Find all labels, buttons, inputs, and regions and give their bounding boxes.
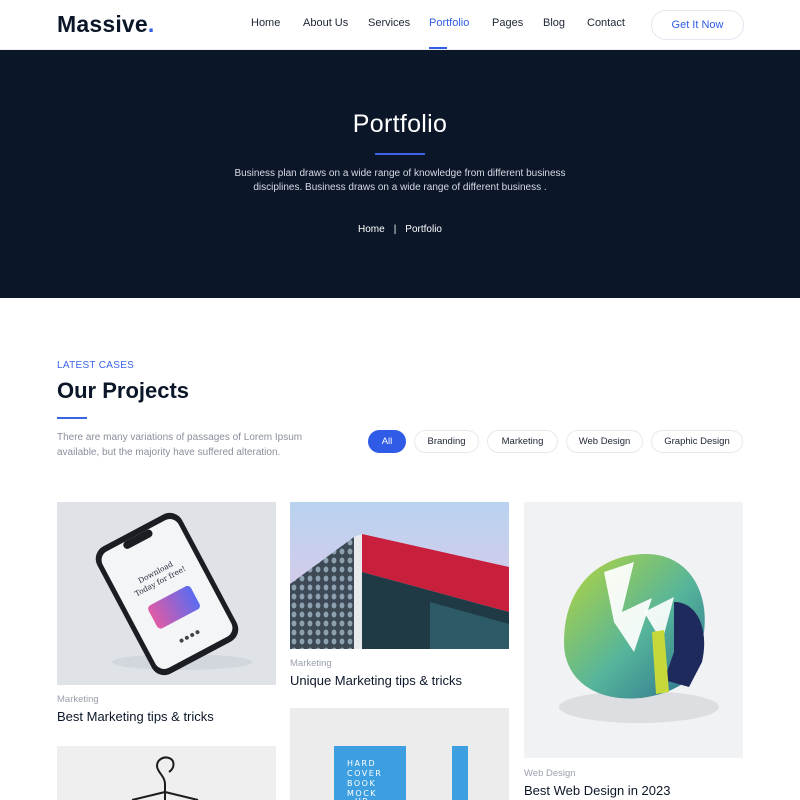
site-header: Massive. Home About Us Services Portfoli… [0, 0, 800, 50]
section-description: There are many variations of passages of… [57, 432, 303, 458]
phone-illustration: Download Today for free! [95, 512, 252, 676]
nav-about-us[interactable]: About Us [303, 17, 348, 29]
nav-services[interactable]: Services [368, 17, 410, 29]
filter-graphic-design[interactable]: Graphic Design [651, 430, 743, 453]
card-category: Marketing [290, 658, 332, 669]
breadcrumb-home[interactable]: Home [358, 224, 385, 235]
nav-blog[interactable]: Blog [543, 17, 565, 29]
hero-banner: Portfolio Business plan draws on a wide … [0, 50, 800, 298]
section-title: Our Projects [57, 378, 190, 403]
card-category: Web Design [524, 768, 576, 779]
building-architecture-image[interactable] [290, 502, 509, 649]
nav-active-indicator [429, 47, 447, 49]
book-cover-line-3: BOOK [347, 779, 376, 788]
phone-mockup-image[interactable]: Download Today for free! [57, 502, 276, 685]
nav-contact[interactable]: Contact [587, 17, 625, 29]
helmet-image[interactable] [524, 502, 743, 758]
building-illustration [290, 502, 509, 649]
book-mockup-image[interactable]: HARD COVER BOOK MOCK UP [290, 708, 509, 800]
card-title[interactable]: Best Web Design in 2023 [524, 783, 670, 798]
page-title: Portfolio [352, 110, 448, 138]
helmet-illustration [559, 554, 719, 723]
filter-web-design[interactable]: Web Design [566, 430, 643, 453]
title-divider [375, 153, 425, 155]
card-title[interactable]: Unique Marketing tips & tricks [290, 673, 462, 688]
card-title[interactable]: Best Marketing tips & tricks [57, 709, 214, 724]
book-cover-line-2: COVER [347, 769, 382, 778]
logo-text: Massive [57, 11, 148, 37]
filter-all[interactable]: All [368, 430, 406, 453]
hanger-image[interactable] [57, 746, 276, 800]
logo[interactable]: Massive. [57, 11, 155, 38]
book-illustration: HARD COVER BOOK MOCK UP [334, 746, 468, 800]
hero-description: Business plan draws on a wide range of k… [234, 168, 566, 193]
section-eyebrow: LATEST CASES [57, 360, 135, 371]
nav-home[interactable]: Home [251, 17, 280, 29]
breadcrumb-current: Portfolio [405, 224, 442, 235]
get-it-now-button[interactable]: Get It Now [651, 10, 744, 40]
card-category: Marketing [57, 694, 99, 705]
hanger-illustration [131, 756, 199, 800]
filter-branding[interactable]: Branding [414, 430, 479, 453]
nav-portfolio[interactable]: Portfolio [429, 17, 469, 29]
breadcrumb-separator: | [393, 224, 397, 235]
filter-marketing[interactable]: Marketing [487, 430, 558, 453]
nav-pages[interactable]: Pages [492, 17, 523, 29]
book-cover-line-1: HARD [347, 759, 376, 768]
breadcrumb: Home | Portfolio [0, 224, 800, 235]
section-divider [57, 417, 87, 419]
logo-dot: . [147, 11, 155, 37]
